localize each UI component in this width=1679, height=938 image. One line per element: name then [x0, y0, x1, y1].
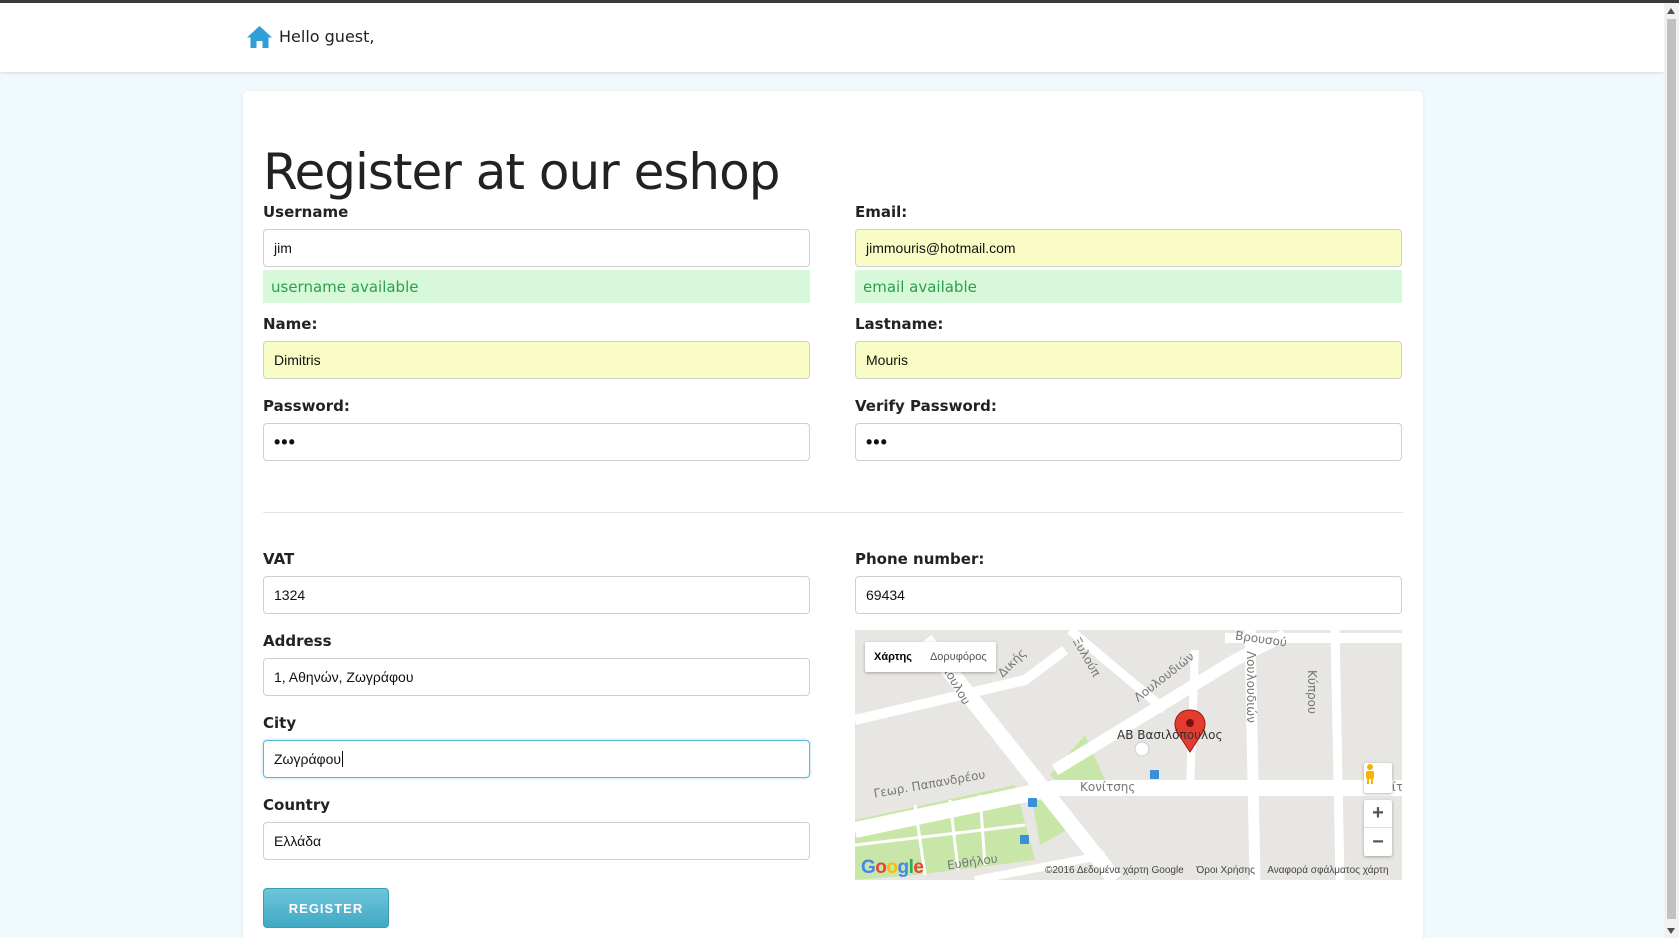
email-input[interactable]: jimmouris@hotmail.com — [855, 229, 1402, 267]
section-divider — [263, 512, 1403, 513]
city-value: Ζωγράφου — [274, 751, 342, 767]
vat-value: 1324 — [274, 587, 306, 603]
google-logo[interactable]: Google — [861, 857, 924, 879]
country-input[interactable]: Ελλάδα — [263, 822, 810, 860]
street-view-pegman[interactable] — [1364, 763, 1392, 793]
register-button[interactable]: REGISTER — [263, 888, 389, 928]
city-input[interactable]: Ζωγράφου — [263, 740, 810, 778]
username-label: Username — [263, 203, 349, 221]
scroll-up-icon[interactable] — [1667, 8, 1675, 14]
address-label: Address — [263, 632, 332, 650]
vat-label: VAT — [263, 550, 295, 568]
zoom-out-button[interactable]: − — [1364, 828, 1392, 856]
lastname-label: Lastname: — [855, 315, 944, 333]
street-louloudion-b: Λουλουδιών — [1244, 650, 1259, 724]
city-label: City — [263, 714, 297, 732]
text-caret — [342, 751, 344, 767]
google-map[interactable]: Γεωρ. Παπανδρέου Κονίτσης Κονίτ Λουλουδι… — [855, 630, 1402, 880]
map-copyright: ©2016 Δεδομένα χάρτη Google — [1045, 865, 1184, 876]
home-link[interactable] — [246, 25, 273, 49]
phone-input[interactable]: 69434 — [855, 576, 1402, 614]
verify-password-input[interactable]: ••• — [855, 423, 1402, 461]
verify-password-value: ••• — [866, 432, 888, 452]
email-status: email available — [855, 270, 1402, 303]
pegman-icon — [1366, 764, 1374, 784]
map-type-satellite-button[interactable]: Δορυφόρος — [921, 642, 996, 672]
page-scrollbar[interactable] — [1664, 3, 1679, 938]
name-input[interactable]: Dimitris — [263, 341, 810, 379]
scroll-thumb[interactable] — [1667, 19, 1676, 919]
page-title: Register at our eshop — [263, 143, 780, 201]
phone-label: Phone number: — [855, 550, 985, 568]
country-value: Ελλάδα — [274, 833, 322, 849]
map-terms-link[interactable]: Όροι Χρήσης — [1197, 865, 1255, 876]
vat-input[interactable]: 1324 — [263, 576, 810, 614]
email-label: Email: — [855, 203, 908, 221]
email-value: jimmouris@hotmail.com — [866, 240, 1016, 256]
map-type-control: Χάρτης Δορυφόρος — [865, 642, 996, 672]
username-input[interactable]: jim — [263, 229, 810, 267]
name-value: Dimitris — [274, 352, 321, 368]
password-label: Password: — [263, 397, 350, 415]
lastname-value: Mouris — [866, 352, 909, 368]
home-icon — [247, 26, 272, 48]
username-value: jim — [274, 240, 292, 256]
password-value: ••• — [274, 432, 296, 452]
poi-label[interactable]: ΑΒ Βασιλόπουλος — [1117, 728, 1223, 742]
street-konitsis: Κονίτσης — [1080, 780, 1136, 794]
map-footer: ©2016 Δεδομένα χάρτη Google Όροι Χρήσης … — [1045, 865, 1399, 876]
address-value: 1, Αθηνών, Ζωγράφου — [274, 669, 414, 685]
navbar: Hello guest, — [0, 3, 1664, 72]
zoom-in-button[interactable]: + — [1364, 800, 1392, 828]
country-label: Country — [263, 796, 331, 814]
address-input[interactable]: 1, Αθηνών, Ζωγράφου — [263, 658, 810, 696]
scroll-down-icon[interactable] — [1667, 928, 1675, 934]
greeting-text: Hello guest, — [279, 27, 375, 46]
lastname-input[interactable]: Mouris — [855, 341, 1402, 379]
map-type-map-button[interactable]: Χάρτης — [865, 642, 921, 672]
password-input[interactable]: ••• — [263, 423, 810, 461]
street-kyprou: Κύπρου — [1304, 670, 1319, 714]
name-label: Name: — [263, 315, 318, 333]
map-report-link[interactable]: Αναφορά σφάλματος χάρτη — [1267, 865, 1388, 876]
phone-value: 69434 — [866, 587, 905, 603]
username-status: username available — [263, 270, 810, 303]
zoom-control: + − — [1364, 800, 1392, 856]
verify-password-label: Verify Password: — [855, 397, 997, 415]
